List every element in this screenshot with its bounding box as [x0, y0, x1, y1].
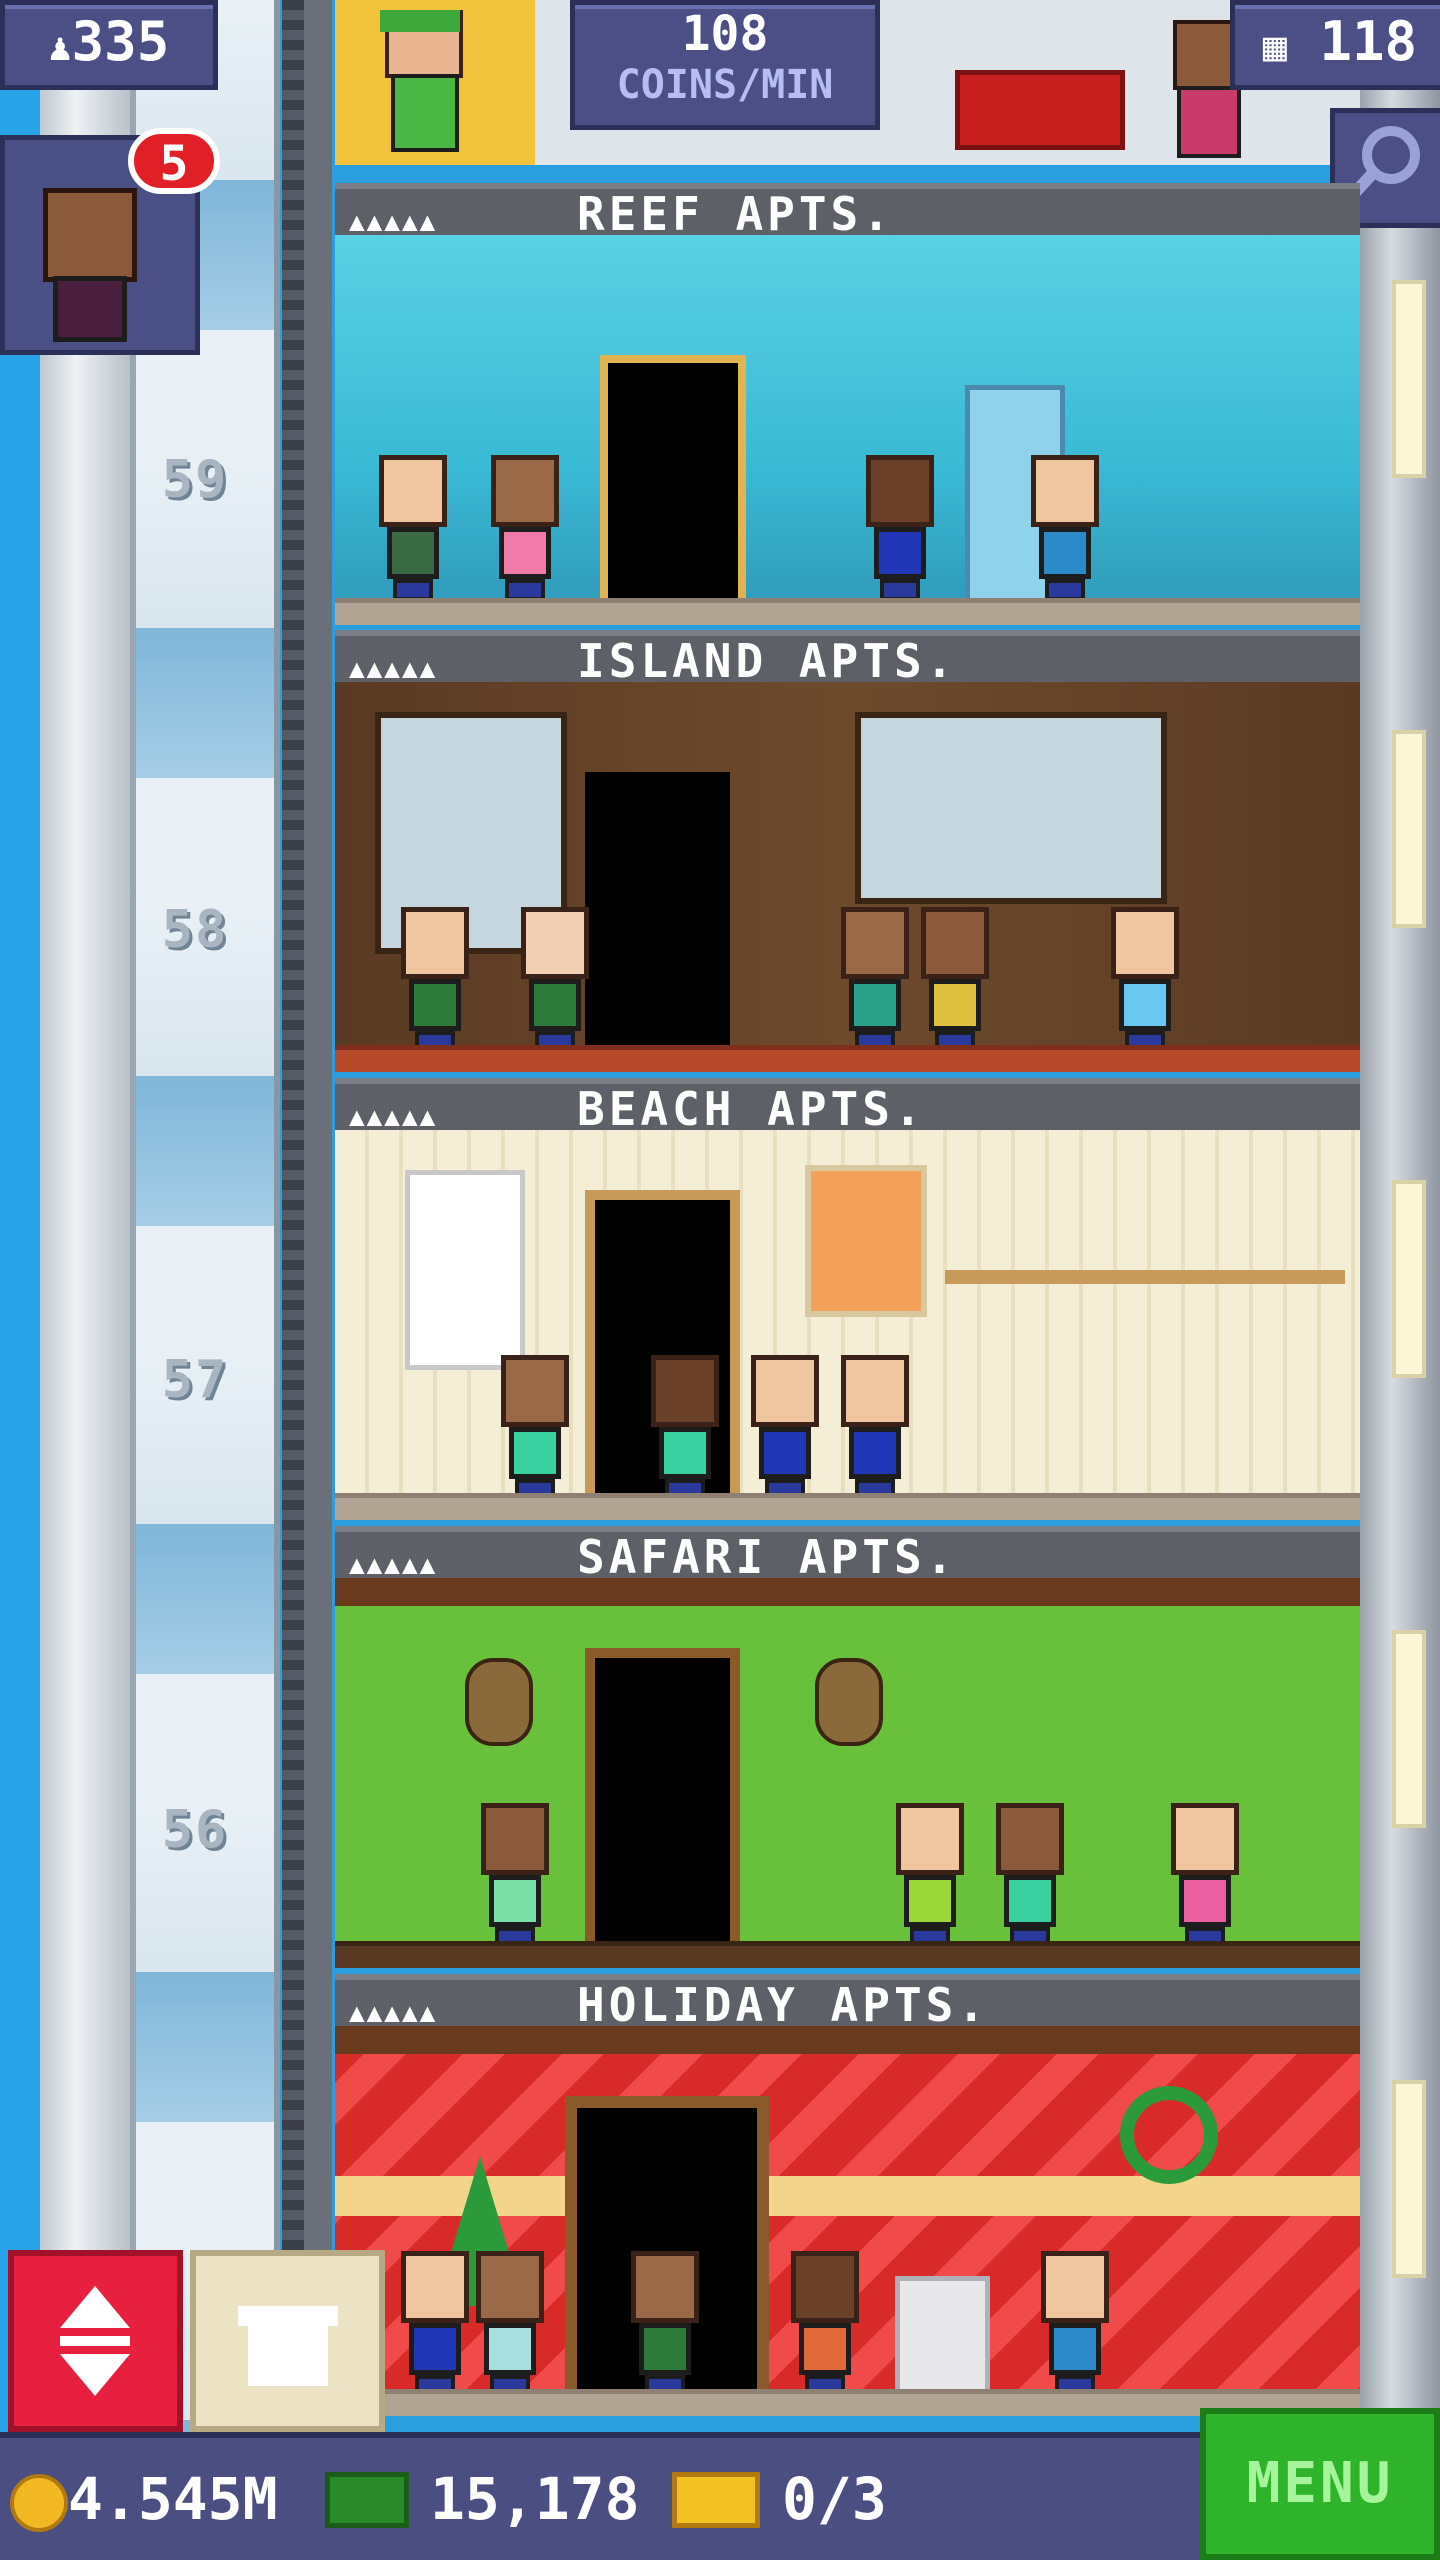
- window-shutter: [405, 1170, 525, 1370]
- room-floor: [335, 1045, 1360, 1072]
- resident[interactable]: [785, 2251, 865, 2401]
- visitor-body: [53, 276, 127, 342]
- tower-window: [1392, 280, 1426, 478]
- red-sofa: [955, 70, 1125, 150]
- resident-avatar[interactable]: [375, 10, 465, 160]
- resident[interactable]: [1035, 2251, 1115, 2401]
- resident[interactable]: [1165, 1803, 1245, 1953]
- resident[interactable]: [515, 907, 595, 1057]
- room-door: [600, 355, 746, 621]
- resident[interactable]: [1025, 455, 1105, 605]
- floor-name: REEF APTS.: [577, 187, 894, 241]
- floor-counter[interactable]: ▦ 118: [1230, 0, 1440, 90]
- building-icon: ▦: [1262, 24, 1288, 70]
- population-value: 335: [71, 10, 170, 73]
- coins-per-minute-unit: COINS/MIN: [616, 62, 834, 108]
- resident[interactable]: [625, 2251, 705, 2401]
- ceiling-beam: [335, 1578, 1360, 1606]
- tower-window: [1392, 1630, 1426, 1828]
- tower-window: [1392, 730, 1426, 928]
- up-down-arrows-icon: [60, 2286, 130, 2396]
- room-floor: [335, 1941, 1360, 1968]
- floor-label: ▲▲▲▲▲ HOLIDAY APTS.: [335, 1974, 1360, 2032]
- floor-holiday-apts[interactable]: ▲▲▲▲▲ HOLIDAY APTS.: [335, 1974, 1360, 2416]
- resident[interactable]: [835, 907, 915, 1057]
- sky-background: [0, 0, 40, 2560]
- room-interior: [335, 682, 1360, 1072]
- resident[interactable]: [485, 455, 565, 605]
- floor-name: SAFARI APTS.: [577, 1530, 958, 1584]
- elevator-rail: [282, 0, 304, 2560]
- tribal-mask: [465, 1658, 533, 1746]
- room-floor: [335, 1493, 1360, 1520]
- elevator-button[interactable]: [8, 2250, 183, 2432]
- resident[interactable]: [835, 1355, 915, 1505]
- floor-name: HOLIDAY APTS.: [577, 1978, 990, 2032]
- coins-value: 4.545M: [68, 2465, 278, 2533]
- floor-count-value: 118: [1319, 10, 1418, 73]
- room-door: [585, 1648, 740, 1968]
- floor-name: BEACH APTS.: [577, 1082, 926, 1136]
- resident[interactable]: [395, 2251, 475, 2401]
- resident[interactable]: [495, 1355, 575, 1505]
- resident[interactable]: [990, 1803, 1070, 1953]
- floor-label: ▲▲▲▲▲ REEF APTS.: [335, 183, 1360, 241]
- population-counter[interactable]: ♟335: [0, 0, 218, 90]
- notification-badge: 5: [128, 128, 220, 194]
- floor-beach-apts[interactable]: ▲▲▲▲▲ BEACH APTS.: [335, 1078, 1360, 1520]
- floor-reef-apts[interactable]: ▲▲▲▲▲ REEF APTS.: [335, 183, 1360, 625]
- ticket-icon: [672, 2472, 760, 2528]
- coins-per-minute-value: 108: [681, 6, 769, 62]
- coins-per-minute-panel[interactable]: 108 COINS/MIN: [570, 0, 880, 130]
- resident[interactable]: [1105, 907, 1185, 1057]
- wall-shelf: [945, 1270, 1345, 1284]
- tribal-mask: [815, 1658, 883, 1746]
- tower-window: [1392, 1180, 1426, 1378]
- resident[interactable]: [470, 2251, 550, 2401]
- room-interior: [335, 1578, 1360, 1968]
- resident[interactable]: [475, 1803, 555, 1953]
- visitor-face: [43, 188, 137, 282]
- resident[interactable]: [645, 1355, 725, 1505]
- coin-icon: [10, 2474, 68, 2532]
- room-interior: [335, 2026, 1360, 2416]
- bux-value: 15,178: [430, 2465, 640, 2533]
- floor-label: ▲▲▲▲▲ SAFARI APTS.: [335, 1526, 1360, 1584]
- tickets-value: 0/3: [782, 2465, 887, 2533]
- room-door: [585, 772, 730, 1052]
- window: [855, 712, 1167, 904]
- resident[interactable]: [890, 1803, 970, 1953]
- wreath: [1120, 2086, 1218, 2184]
- resident[interactable]: [860, 455, 940, 605]
- elevator-shaft[interactable]: [130, 0, 280, 2560]
- population-icon: ♟: [48, 25, 72, 69]
- floor-number: 58: [161, 900, 229, 960]
- resident[interactable]: [373, 455, 453, 605]
- tower-window: [1392, 2080, 1426, 2278]
- floor-number: 57: [161, 1350, 229, 1410]
- elevator-frame: [40, 0, 130, 2560]
- floor-number: 56: [161, 1800, 229, 1860]
- bux-icon: [325, 2472, 409, 2528]
- resident[interactable]: [915, 907, 995, 1057]
- armchair: [895, 2276, 990, 2406]
- room-interior: [335, 235, 1360, 625]
- resident[interactable]: [395, 907, 475, 1057]
- floor-island-apts[interactable]: ▲▲▲▲▲ ISLAND APTS.: [335, 630, 1360, 1072]
- floor-number: 59: [161, 450, 229, 510]
- room-interior: [335, 1130, 1360, 1520]
- floor-label: ▲▲▲▲▲ BEACH APTS.: [335, 1078, 1360, 1136]
- menu-button[interactable]: MENU: [1200, 2408, 1440, 2560]
- floor-safari-apts[interactable]: ▲▲▲▲▲ SAFARI APTS.: [335, 1526, 1360, 1968]
- resident[interactable]: [745, 1355, 825, 1505]
- ceiling-beam: [335, 2026, 1360, 2054]
- build-floor-button[interactable]: [190, 2250, 385, 2432]
- floor-label: ▲▲▲▲▲ ISLAND APTS.: [335, 630, 1360, 688]
- floor-name: ISLAND APTS.: [577, 634, 958, 688]
- room-floor: [335, 598, 1360, 625]
- new-floor-icon: [238, 2306, 338, 2386]
- sunset-painting: [805, 1165, 927, 1317]
- tower-edge: [304, 0, 332, 2560]
